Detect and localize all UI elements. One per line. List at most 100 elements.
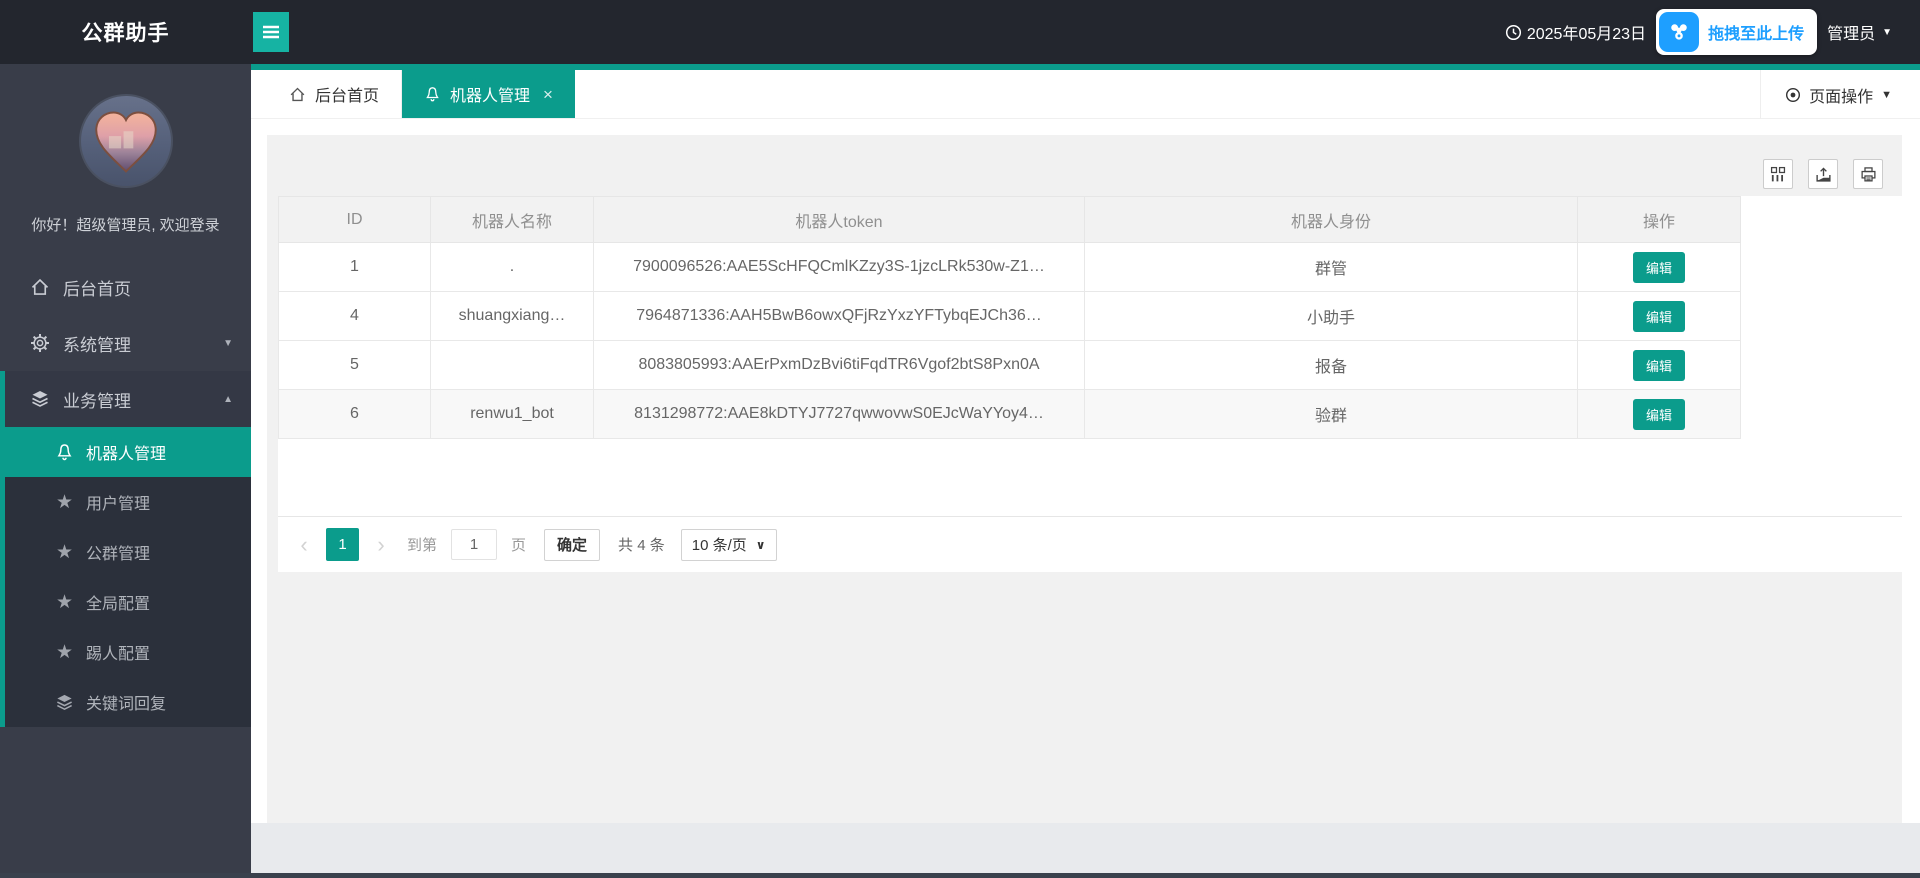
sidebar-item-robot-management[interactable]: 机器人管理 bbox=[0, 427, 251, 477]
tab-label: 后台首页 bbox=[315, 82, 379, 106]
chevron-down-icon: ∨ bbox=[756, 538, 766, 552]
sidebar-item-label: 用户管理 bbox=[86, 490, 150, 514]
prev-page-icon[interactable]: ‹ bbox=[292, 534, 316, 556]
edit-button[interactable]: 编辑 bbox=[1633, 350, 1685, 381]
user-menu[interactable]: 管理员 ▼ bbox=[1827, 20, 1892, 44]
bottom-band bbox=[251, 823, 1920, 873]
star-icon: ★ bbox=[55, 491, 74, 514]
table-toolbar bbox=[267, 135, 1902, 196]
content-panel: ID 机器人名称 机器人token 机器人身份 操作 1 . 790009652… bbox=[267, 135, 1902, 823]
sidebar-item-label: 踢人配置 bbox=[86, 640, 150, 664]
sidebar-item-system[interactable]: 系统管理 ▼ bbox=[0, 315, 251, 371]
cell-identity: 小助手 bbox=[1085, 292, 1578, 341]
sidebar-item-user-management[interactable]: ★ 用户管理 bbox=[5, 477, 251, 527]
cell-name: renwu1_bot bbox=[431, 390, 594, 439]
menu-toggle-button[interactable] bbox=[253, 12, 289, 52]
page-actions-dropdown[interactable]: 页面操作 ▼ bbox=[1760, 70, 1920, 119]
cell-identity: 报备 bbox=[1085, 341, 1578, 390]
page: 公群助手 2025年05月23日 拖拽至此上传 管理员 ▼ bbox=[0, 0, 1920, 878]
sidebar-item-home[interactable]: 后台首页 bbox=[0, 259, 251, 315]
export-button[interactable] bbox=[1808, 159, 1838, 189]
clock-icon bbox=[1505, 24, 1522, 41]
sidebar: 你好！超级管理员, 欢迎登录 后台首页 系统管理 ▼ 业务管理 bbox=[0, 64, 251, 873]
netdisk-icon bbox=[1659, 12, 1699, 52]
table-card: ID 机器人名称 机器人token 机器人身份 操作 1 . 790009652… bbox=[278, 196, 1902, 572]
drag-upload-overlay[interactable]: 拖拽至此上传 bbox=[1656, 9, 1817, 55]
cell-id: 5 bbox=[279, 341, 431, 390]
robots-table: ID 机器人名称 机器人token 机器人身份 操作 1 . 790009652… bbox=[278, 196, 1741, 439]
column-header-id: ID bbox=[279, 197, 431, 243]
sidebar-item-label: 业务管理 bbox=[63, 387, 131, 412]
page-actions-label: 页面操作 bbox=[1809, 83, 1873, 107]
goto-label: 到第 bbox=[407, 534, 437, 555]
current-page-button[interactable]: 1 bbox=[326, 528, 359, 561]
circle-dot-icon bbox=[1785, 87, 1801, 103]
cell-token: 8083805993:AAErPxmDzBvi6tiFqdTR6Vgof2btS… bbox=[594, 341, 1085, 390]
table-header-row: ID 机器人名称 机器人token 机器人身份 操作 bbox=[279, 197, 1741, 243]
bottom-scroll-strip[interactable] bbox=[0, 873, 1920, 878]
sidebar-item-label: 后台首页 bbox=[63, 275, 131, 300]
layers-icon bbox=[55, 693, 74, 712]
sidebar-item-label: 公群管理 bbox=[86, 540, 150, 564]
goto-page-input[interactable] bbox=[451, 529, 497, 560]
cell-name: shuangxiang… bbox=[431, 292, 594, 341]
edit-button[interactable]: 编辑 bbox=[1633, 399, 1685, 430]
cell-token: 8131298772:AAE8kDTYJ7727qwwovwS0EJcWaYYo… bbox=[594, 390, 1085, 439]
pagination-bar: ‹ 1 › 到第 页 确定 共 4 条 10 条/页 ∨ bbox=[278, 516, 1902, 572]
tab-robot-management[interactable]: 机器人管理 × bbox=[402, 70, 575, 118]
chevron-down-icon: ▼ bbox=[223, 338, 233, 349]
main-content: 后台首页 机器人管理 × 页面操作 ▼ bbox=[251, 64, 1920, 873]
column-header-token: 机器人token bbox=[594, 197, 1085, 243]
columns-filter-button[interactable] bbox=[1763, 159, 1793, 189]
topbar: 公群助手 2025年05月23日 拖拽至此上传 管理员 ▼ bbox=[0, 0, 1920, 64]
hamburger-icon bbox=[262, 25, 280, 39]
cell-name bbox=[431, 341, 594, 390]
cell-token: 7964871336:AAH5BwB6owxQFjRzYxzYFTybqEJCh… bbox=[594, 292, 1085, 341]
date-display: 2025年05月23日 bbox=[1505, 20, 1646, 44]
cell-name: . bbox=[431, 243, 594, 292]
sidebar-item-business[interactable]: 业务管理 ▲ bbox=[0, 371, 251, 427]
page-size-select[interactable]: 10 条/页 ∨ bbox=[681, 529, 777, 561]
drag-upload-label: 拖拽至此上传 bbox=[1699, 20, 1814, 44]
page-unit-label: 页 bbox=[511, 534, 526, 555]
total-count-label: 共 4 条 bbox=[618, 534, 665, 555]
tab-home[interactable]: 后台首页 bbox=[267, 70, 402, 118]
sidebar-item-global-config[interactable]: ★ 全局配置 bbox=[5, 577, 251, 627]
greeting-text: 你好！超级管理员, 欢迎登录 bbox=[0, 214, 251, 235]
next-page-icon[interactable]: › bbox=[369, 534, 393, 556]
chevron-down-icon: ▼ bbox=[1882, 27, 1892, 38]
user-name: 管理员 bbox=[1827, 20, 1875, 44]
sidebar-item-group-management[interactable]: ★ 公群管理 bbox=[5, 527, 251, 577]
close-icon[interactable]: × bbox=[543, 86, 553, 103]
edit-button[interactable]: 编辑 bbox=[1633, 301, 1685, 332]
sidebar-nav: 后台首页 系统管理 ▼ 业务管理 ▲ bbox=[0, 259, 251, 727]
cell-identity: 群管 bbox=[1085, 243, 1578, 292]
chevron-down-icon: ▼ bbox=[1881, 89, 1892, 101]
sidebar-item-kick-config[interactable]: ★ 踢人配置 bbox=[5, 627, 251, 677]
sidebar-item-label: 系统管理 bbox=[63, 331, 131, 356]
print-button[interactable] bbox=[1853, 159, 1883, 189]
layers-icon bbox=[30, 389, 50, 409]
table-row: 5 8083805993:AAErPxmDzBvi6tiFqdTR6Vgof2b… bbox=[279, 341, 1741, 390]
cell-identity: 验群 bbox=[1085, 390, 1578, 439]
sidebar-subnav: 机器人管理 ★ 用户管理 ★ 公群管理 ★ 全局配置 ★ 踢人配置 bbox=[0, 427, 251, 727]
cell-id: 4 bbox=[279, 292, 431, 341]
column-header-identity: 机器人身份 bbox=[1085, 197, 1578, 243]
tab-bar: 后台首页 机器人管理 × 页面操作 ▼ bbox=[251, 70, 1920, 119]
cell-id: 1 bbox=[279, 243, 431, 292]
cell-id: 6 bbox=[279, 390, 431, 439]
table-row: 1 . 7900096526:AAE5ScHFQCmlKZzy3S-1jzcLR… bbox=[279, 243, 1741, 292]
star-icon: ★ bbox=[55, 641, 74, 664]
star-icon: ★ bbox=[55, 541, 74, 564]
sidebar-item-keyword-reply[interactable]: 关键词回复 bbox=[5, 677, 251, 727]
cell-token: 7900096526:AAE5ScHFQCmlKZzy3S-1jzcLRk530… bbox=[594, 243, 1085, 292]
table-row: 6 renwu1_bot 8131298772:AAE8kDTYJ7727qww… bbox=[279, 390, 1741, 439]
star-icon: ★ bbox=[55, 591, 74, 614]
chevron-up-icon: ▲ bbox=[223, 394, 233, 405]
page-size-value: 10 条/页 bbox=[692, 534, 747, 555]
home-icon bbox=[289, 86, 306, 103]
confirm-button[interactable]: 确定 bbox=[544, 529, 600, 561]
date-text: 2025年05月23日 bbox=[1527, 20, 1646, 44]
bell-icon bbox=[55, 443, 74, 462]
edit-button[interactable]: 编辑 bbox=[1633, 252, 1685, 283]
